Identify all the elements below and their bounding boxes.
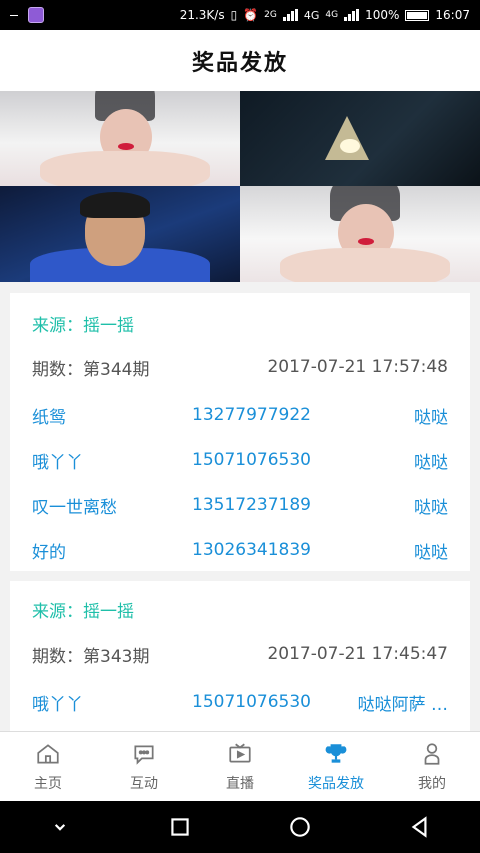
banner-carousel[interactable] [0, 91, 480, 282]
winner-phone: 13277977922 [192, 405, 311, 425]
winner-name: 叹一世离愁 [32, 497, 117, 518]
trophy-icon [325, 743, 347, 763]
winner-prize: 哒哒 [414, 497, 448, 518]
tab-live[interactable]: 直播 [192, 732, 288, 801]
tab-mine[interactable]: 我的 [384, 732, 480, 801]
signal-bars-icon-2 [344, 9, 360, 21]
winner-phone: 13517237189 [192, 495, 311, 515]
signal-bars-icon [282, 9, 298, 21]
record-source: 来源：摇一摇 [32, 315, 134, 336]
winner-row: 好的 13026341839 哒哒 [32, 536, 448, 564]
signal-4g-label: 4G [303, 8, 320, 22]
winner-prize: 哒哒 [414, 407, 448, 428]
record-period: 期数：第344期 [32, 359, 150, 380]
tab-live-label: 直播 [226, 775, 254, 792]
winner-row: 哦丫丫 15071076530 哒哒阿萨 … [32, 688, 448, 716]
winner-name: 哦丫丫 [32, 694, 83, 715]
winner-prize: 哒哒 [414, 452, 448, 473]
tv-icon [229, 743, 251, 762]
tab-prize[interactable]: 奖品发放 [288, 732, 384, 801]
bottom-tab-bar: 主页 互动 直播 奖品发放 我的 [0, 731, 480, 801]
tab-prize-label: 奖品发放 [308, 775, 364, 792]
record-datetime: 2017-07-21 17:45:47 [267, 644, 448, 664]
record-datetime: 2017-07-21 17:57:48 [267, 357, 448, 377]
status-bar: 21.3K/s ▯ ⏰ 2G 4G 4G 100% 16:07 [0, 0, 480, 30]
winner-phone: 13026341839 [192, 540, 311, 560]
banner-image-model-1[interactable] [0, 91, 240, 186]
record-source: 来源：摇一摇 [32, 601, 134, 622]
network-speed: 21.3K/s [179, 8, 225, 22]
page-title: 奖品发放 [191, 50, 288, 76]
app-notification-icon [28, 7, 44, 23]
battery-percent: 100% [365, 8, 400, 22]
winner-row: 纸鸳 13277977922 哒哒 [32, 401, 448, 429]
banner-image-singer[interactable] [0, 186, 240, 282]
recents-square-icon[interactable] [167, 814, 193, 840]
chat-icon [134, 745, 154, 765]
winner-phone: 15071076530 [192, 692, 311, 712]
winner-row: 叹一世离愁 13517237189 哒哒 [32, 491, 448, 519]
winner-name: 纸鸳 [32, 407, 66, 428]
winner-row: 哦丫丫 15071076530 哒哒 [32, 446, 448, 474]
tab-interact[interactable]: 互动 [96, 732, 192, 801]
prize-record-card: 来源：摇一摇 期数：第344期 2017-07-21 17:57:48 纸鸳 1… [10, 293, 470, 571]
winner-name: 哦丫丫 [32, 452, 83, 473]
clock: 16:07 [435, 8, 470, 22]
banner-image-emblem[interactable] [240, 91, 480, 186]
record-meta: 期数：第344期 2017-07-21 17:57:48 [32, 353, 448, 381]
prize-record-card: 来源：摇一摇 期数：第343期 2017-07-21 17:45:47 哦丫丫 … [10, 581, 470, 731]
tab-mine-label: 我的 [418, 775, 446, 792]
winner-prize: 哒哒 [414, 542, 448, 563]
winner-phone: 15071076530 [192, 450, 311, 470]
app-header: 奖品发放 [0, 30, 480, 91]
winner-name: 好的 [32, 542, 66, 563]
winner-prize: 哒哒阿萨 … [357, 694, 448, 715]
home-circle-icon[interactable] [287, 814, 313, 840]
back-triangle-icon[interactable] [407, 814, 433, 840]
home-icon [37, 743, 59, 764]
tab-interact-label: 互动 [130, 775, 158, 792]
signal-2g-label: 2G [264, 10, 277, 20]
vibrate-icon: ▯ [230, 8, 238, 22]
system-nav-bar [0, 801, 480, 853]
tab-home[interactable]: 主页 [0, 732, 96, 801]
banner-image-model-2[interactable] [240, 186, 480, 282]
record-period: 期数：第343期 [32, 646, 150, 667]
record-meta: 期数：第343期 2017-07-21 17:45:47 [32, 640, 448, 668]
tab-home-label: 主页 [34, 775, 62, 792]
assassin-emblem-icon [325, 116, 369, 160]
battery-icon [405, 9, 430, 21]
alarm-icon: ⏰ [243, 8, 259, 22]
notification-dash-icon [10, 14, 18, 16]
person-icon [424, 742, 440, 765]
signal-4g-label-2: 4G [325, 10, 339, 20]
collapse-chevron-icon[interactable] [47, 814, 73, 840]
